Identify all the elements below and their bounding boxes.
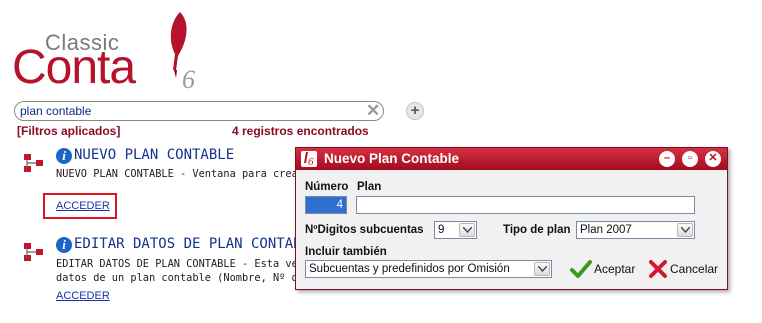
tipo-plan-label: Tipo de plan <box>503 224 571 236</box>
tree-structure-icon <box>22 152 46 174</box>
chevron-down-icon[interactable] <box>677 223 693 237</box>
incluir-select[interactable]: Subcuentas y predefinidos por Omisión <box>305 260 552 278</box>
result-title[interactable]: NUEVO PLAN CONTABLE <box>74 147 234 163</box>
plan-label: Plan <box>357 181 382 193</box>
plan-input[interactable] <box>356 196 695 214</box>
incluir-label: Incluir también <box>305 246 387 258</box>
close-icon[interactable]: ✕ <box>705 151 721 167</box>
digitos-label: NºDigitos subcuentas <box>305 224 424 236</box>
app-logo-icon: 6 <box>301 151 317 168</box>
accept-label: Aceptar <box>594 262 636 276</box>
chevron-down-icon[interactable] <box>459 223 475 237</box>
cancel-label: Cancelar <box>670 262 719 276</box>
logo-quill-icon: 6 <box>160 10 200 95</box>
chevron-down-icon[interactable] <box>534 262 550 276</box>
acceder-link[interactable]: ACCEDER <box>56 290 110 302</box>
search-input-value: plan contable <box>20 104 92 118</box>
svg-text:6: 6 <box>308 156 314 167</box>
numero-label: Número <box>305 181 349 193</box>
tree-structure-icon <box>22 241 46 263</box>
nuevo-plan-contable-dialog: 6 Nuevo Plan Contable – ▫ ✕ Número Plan … <box>295 147 728 290</box>
checkmark-icon <box>570 260 592 278</box>
result-description-line2: datos de un plan contable (Nombre, Nº d <box>56 272 298 284</box>
incluir-select-value: Subcuentas y predefinidos por Omisión <box>309 263 510 275</box>
digitos-select-value: 9 <box>438 224 445 236</box>
dialog-titlebar[interactable]: 6 Nuevo Plan Contable – ▫ ✕ <box>296 148 727 170</box>
logo-conta-text: Conta <box>12 41 136 94</box>
dialog-title: Nuevo Plan Contable <box>324 151 460 166</box>
result-description: NUEVO PLAN CONTABLE - Ventana para crea <box>56 168 298 180</box>
results-count: 4 registros encontrados <box>232 124 369 138</box>
info-icon: i <box>56 148 72 164</box>
cancel-x-icon <box>649 260 667 278</box>
tipo-plan-select-value: Plan 2007 <box>580 224 632 236</box>
tipo-plan-select[interactable]: Plan 2007 <box>576 221 695 239</box>
filters-applied-label[interactable]: [Filtros aplicados] <box>17 124 120 138</box>
clear-x-icon[interactable]: ✕ <box>366 101 380 121</box>
svg-text:6: 6 <box>182 65 195 90</box>
plus-icon[interactable]: + <box>406 102 424 120</box>
minimize-icon[interactable]: – <box>659 151 675 167</box>
maximize-icon[interactable]: ▫ <box>682 151 698 167</box>
digitos-select[interactable]: 9 <box>434 221 477 239</box>
info-icon: i <box>56 237 72 253</box>
result-title[interactable]: EDITAR DATOS DE PLAN CONTAB <box>74 236 302 252</box>
numero-input[interactable]: 4 <box>305 196 347 214</box>
result-description: EDITAR DATOS DE PLAN CONTABLE - Esta ve <box>56 258 298 270</box>
acceder-link[interactable]: ACCEDER <box>56 200 110 212</box>
